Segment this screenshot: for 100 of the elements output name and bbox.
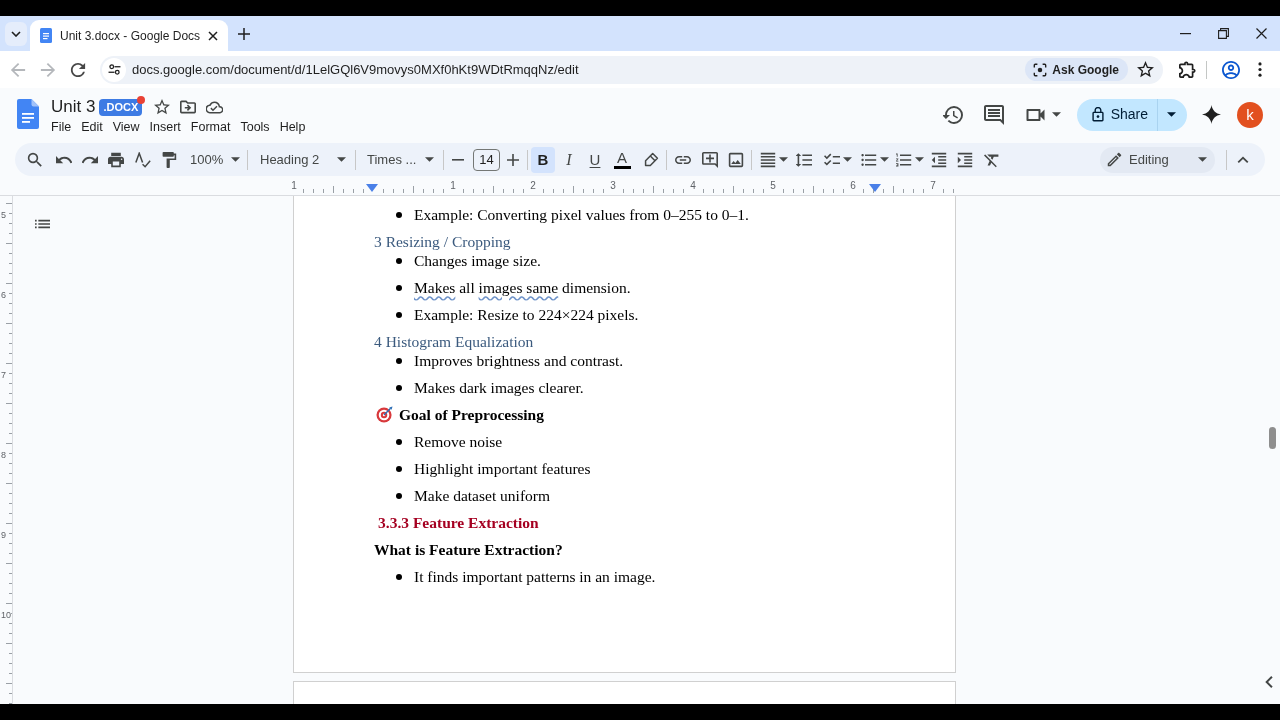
plus-icon[interactable] [507, 153, 519, 166]
paint-roller-icon[interactable] [161, 151, 177, 168]
pencil-icon[interactable] [1107, 152, 1122, 167]
ruler-number: 1 [291, 181, 297, 191]
text-color-button[interactable]: A [610, 146, 634, 173]
menu-item[interactable]: View [112, 118, 140, 136]
format-toggle-button[interactable]: I [557, 146, 581, 173]
editing-mode-button[interactable]: Editing [1100, 146, 1215, 173]
list-item-text: Makes dark images clearer. [414, 378, 584, 397]
document-logo-icon[interactable] [17, 99, 39, 129]
menu-item[interactable]: File [51, 118, 72, 136]
checklist-icon[interactable] [824, 151, 840, 168]
paragraph-style-select[interactable]: Heading 2 [254, 146, 350, 173]
list-item-text: Makes all images same dimension. [414, 278, 631, 298]
restore-icon[interactable] [1217, 28, 1229, 39]
font-select[interactable]: Times ... [361, 146, 438, 173]
browser-tab[interactable]: Unit 3.docx - Google Docs [30, 20, 228, 51]
left-indent-handle[interactable] [366, 184, 378, 192]
caret-icon[interactable] [1051, 112, 1061, 117]
list-item-text: Improves brightness and contrast. [414, 351, 624, 370]
menu-item[interactable]: Format [190, 118, 231, 136]
close-icon[interactable] [1255, 28, 1267, 39]
plus-icon[interactable] [238, 27, 250, 40]
scrollbar-thumb[interactable] [1269, 427, 1276, 449]
caret-icon[interactable] [231, 157, 240, 162]
menu-item[interactable]: Insert [149, 118, 181, 136]
url-text: docs.google.com/document/d/1LelGQl6V9movys0MXf0hKt9WDtRmqqNz/edit [132, 60, 579, 79]
spellcheck-icon[interactable] [135, 151, 151, 168]
bullet-icon [396, 284, 402, 291]
heading: Goal of Preprocessing [399, 405, 544, 424]
subheading: 3 Resizing / Cropping [374, 232, 511, 251]
section-heading: 3.3.3 Feature Extraction [378, 513, 539, 532]
lock-icon[interactable] [1090, 107, 1105, 122]
ruler-number: 6 [850, 181, 856, 191]
bulleted-list-icon[interactable] [861, 151, 877, 168]
list-icon[interactable] [34, 218, 50, 230]
menu-item[interactable]: Help [279, 118, 306, 136]
menu-item[interactable]: Edit [81, 118, 103, 136]
marker-pen-icon[interactable] [643, 152, 659, 167]
zoom-select[interactable]: 100% [184, 146, 244, 173]
document-title[interactable]: Unit 3 [51, 96, 96, 118]
ruler-number: 7 [930, 181, 936, 191]
ask-button[interactable]: Ask Google [1025, 58, 1128, 81]
caret-icon[interactable] [843, 157, 852, 162]
address-bar[interactable]: docs.google.com/document/d/1LelGQl6V9movys0MXf0hKt9WDtRmqqNz/edit Ask Google [100, 55, 1163, 84]
ruler-number: 9 [1, 530, 6, 540]
ruler-number: 8 [1, 450, 6, 460]
share-options-button[interactable] [1157, 98, 1187, 131]
list-item-text: Highlight important features [414, 459, 591, 478]
add-comment-icon[interactable] [702, 151, 718, 168]
close-icon[interactable] [208, 30, 218, 41]
ruler-number: 5 [1, 210, 6, 220]
format-toggle-button[interactable]: B [531, 146, 555, 173]
format-toggle-button[interactable]: U [583, 146, 607, 173]
account-avatar[interactable]: k [1237, 101, 1263, 128]
share-button[interactable]: Share [1076, 98, 1157, 131]
chevron-left-icon[interactable] [1265, 676, 1273, 688]
ruler-number: 2 [530, 181, 536, 191]
font-size-field[interactable]: 14 [473, 148, 500, 171]
right-indent-handle[interactable] [869, 184, 881, 192]
numbered-list-icon[interactable] [896, 151, 912, 168]
tab-list-button[interactable] [5, 21, 27, 46]
caret-icon[interactable] [1167, 112, 1176, 117]
search-icon[interactable] [27, 151, 43, 168]
caret-icon[interactable] [915, 157, 924, 162]
chevron-down-icon[interactable] [11, 30, 21, 37]
clear-formatting-icon[interactable] [984, 151, 1000, 168]
caret-icon[interactable] [337, 157, 346, 162]
more-vertical-icon[interactable] [1258, 62, 1262, 77]
caret-icon[interactable] [1198, 157, 1207, 162]
bullet-icon [396, 465, 402, 472]
ruler-number: 1 [450, 181, 456, 191]
bullet-icon [396, 573, 402, 580]
reload-icon[interactable] [70, 61, 86, 78]
caret-icon[interactable] [425, 157, 434, 162]
bullet-icon [396, 211, 402, 218]
list-item-text: Example: Converting pixel values from 0–255 to 0–1. [414, 205, 749, 224]
printer-icon[interactable] [108, 151, 124, 168]
document-icon [40, 28, 52, 43]
line-spacing-icon[interactable] [796, 151, 812, 168]
caret-icon[interactable] [779, 157, 788, 162]
ruler-number: 3 [610, 181, 616, 191]
minimize-icon[interactable] [1179, 32, 1191, 35]
ruler-number: 10 [1, 610, 11, 620]
image-icon[interactable] [728, 151, 744, 168]
list-item-text: Example: Resize to 224×224 pixels. [414, 305, 639, 324]
increase-indent-icon[interactable] [957, 151, 973, 168]
bullet-icon [396, 384, 402, 391]
ruler-number: 6 [1, 290, 6, 300]
lens-icon[interactable] [1033, 62, 1048, 77]
menu-item[interactable]: Tools [240, 118, 270, 136]
list-item-text: Changes image size. [414, 251, 541, 270]
ruler-number: 5 [770, 181, 776, 191]
site-info-button[interactable] [102, 57, 126, 82]
minus-icon[interactable] [452, 158, 464, 161]
puzzle-icon[interactable] [1178, 61, 1196, 78]
sliders-icon[interactable] [107, 64, 121, 75]
caret-icon[interactable] [880, 157, 889, 162]
align-justify-icon[interactable] [760, 151, 776, 168]
decrease-indent-icon[interactable] [931, 151, 947, 168]
